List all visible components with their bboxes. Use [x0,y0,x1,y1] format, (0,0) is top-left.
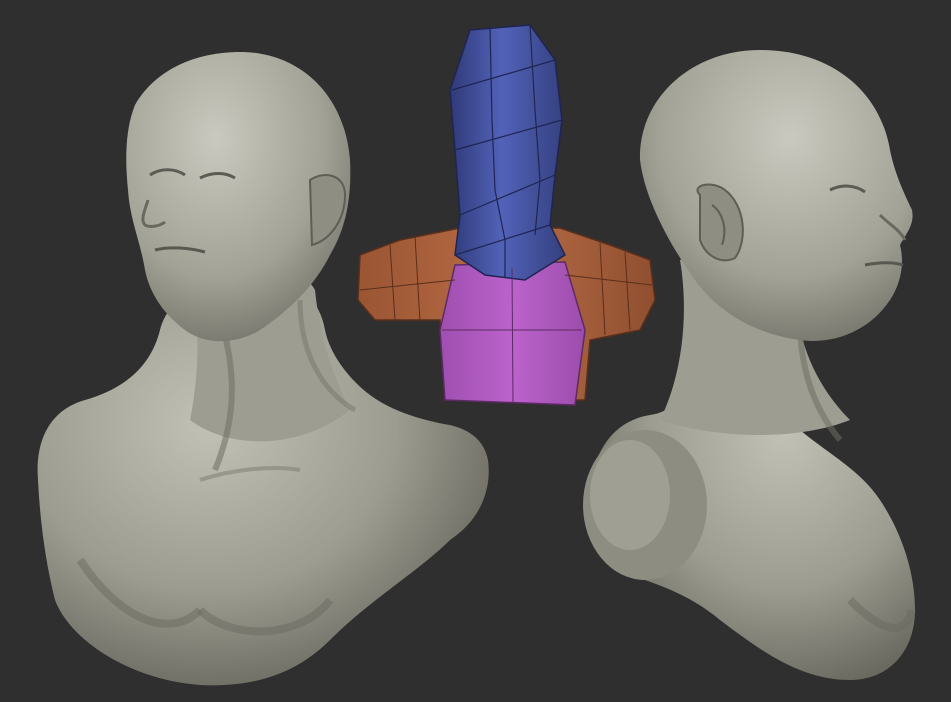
center-lowpoly-bust [357,24,656,406]
lowpoly-head [449,24,566,281]
right-sculpt-bust [583,50,916,680]
right-bust-head [639,50,913,341]
left-sculpt-bust [37,52,489,686]
sculpt-scene [37,24,916,686]
